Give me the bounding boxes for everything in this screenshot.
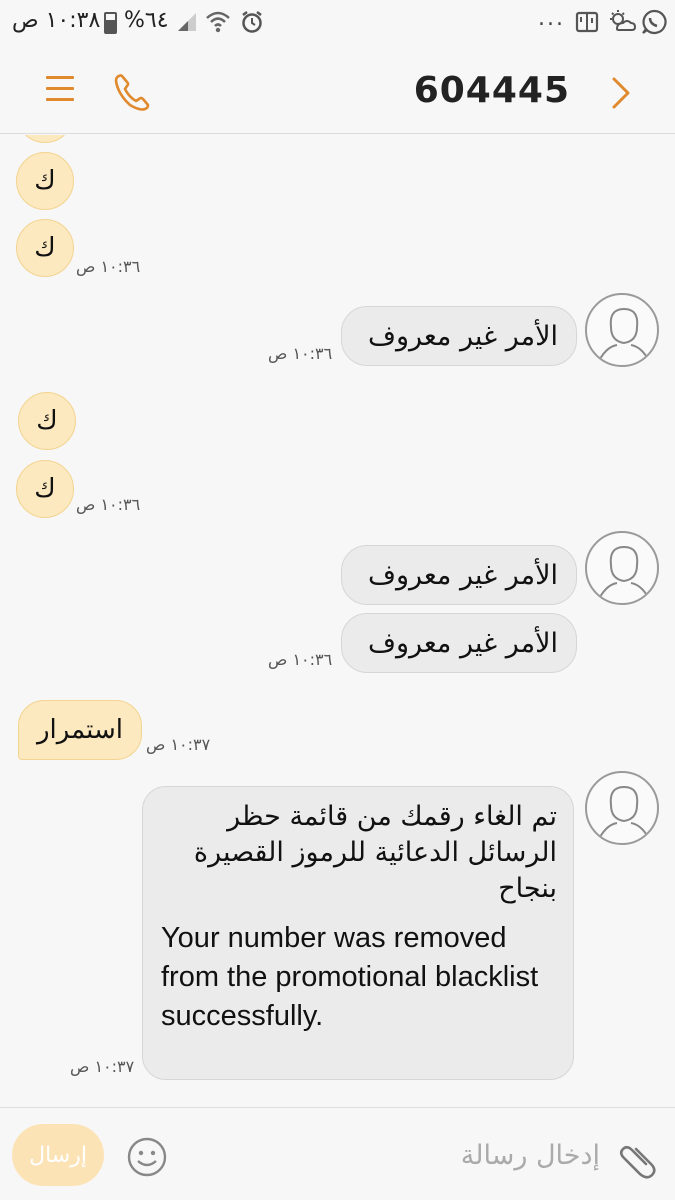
more-notifications-icon: ... [538, 6, 565, 31]
message-text: الأمر غير معروف [367, 320, 558, 352]
menu-icon[interactable] [46, 76, 74, 102]
sender-avatar [585, 293, 659, 367]
message-text-english: Your number was removed from the promoti… [161, 922, 539, 1032]
message-timestamp: ١٠:٣٦ ص [268, 344, 333, 363]
conversation-header: 604445 [0, 46, 675, 134]
composer-bar: إرسال [0, 1107, 675, 1200]
incoming-message[interactable] [16, 135, 74, 143]
incoming-message[interactable]: ك [18, 392, 76, 450]
sender-avatar [585, 531, 659, 605]
message-text-arabic: تم الغاء رقمك من قائمة حظر الرسائل الدعا… [193, 801, 557, 904]
battery-percent: %٦٤ [124, 8, 169, 33]
message-text: الأمر غير معروف [367, 627, 558, 659]
message-text: ك [34, 474, 56, 504]
incoming-message[interactable]: ك [16, 152, 74, 210]
paperclip-icon[interactable] [612, 1134, 660, 1182]
message-timestamp: ١٠:٣٧ ص [146, 735, 211, 754]
whatsapp-icon [642, 9, 667, 35]
outgoing-message[interactable]: الأمر غير معروف [341, 613, 577, 673]
avatar-icon [596, 307, 652, 365]
send-button[interactable]: إرسال [12, 1124, 104, 1186]
message-timestamp: ١٠:٣٧ ص [70, 1057, 135, 1076]
incoming-message[interactable]: استمرار [18, 700, 142, 760]
message-text: ك [34, 233, 56, 263]
phone-icon[interactable] [110, 70, 154, 114]
avatar-icon [596, 785, 652, 843]
back-chevron-icon[interactable] [608, 76, 636, 110]
signal-icon [178, 13, 196, 31]
status-bar: ١٠:٣٨ ص %٦٤ ... [0, 0, 675, 46]
message-timestamp: ١٠:٣٦ ص [268, 650, 333, 669]
message-input[interactable] [190, 1132, 600, 1178]
battery-icon [104, 12, 117, 34]
bible-app-icon [575, 11, 599, 33]
sender-avatar [585, 771, 659, 845]
emoji-icon[interactable] [126, 1136, 168, 1178]
message-timestamp: ١٠:٣٦ ص [76, 495, 141, 514]
weather-icon [610, 10, 637, 31]
message-text: استمرار [37, 715, 124, 745]
alarm-icon [242, 11, 262, 33]
message-text: ك [34, 166, 56, 196]
message-text: الأمر غير معروف [367, 559, 558, 591]
message-timestamp: ١٠:٣٦ ص [76, 257, 141, 276]
incoming-message[interactable]: ك [16, 460, 74, 518]
message-text: ك [36, 406, 58, 436]
status-time: ١٠:٣٨ ص [12, 8, 101, 33]
contact-title: 604445 [413, 70, 570, 111]
incoming-message[interactable]: ك [16, 219, 74, 277]
wifi-icon [206, 11, 230, 33]
message-list[interactable]: ك ك ١٠:٣٦ ص الأمر غير معروف ١٠:٣٦ ص ك ك … [0, 135, 675, 1105]
avatar-icon [596, 545, 652, 603]
outgoing-message[interactable]: الأمر غير معروف [341, 306, 577, 366]
outgoing-message[interactable]: تم الغاء رقمك من قائمة حظر الرسائل الدعا… [142, 786, 574, 1080]
outgoing-message[interactable]: الأمر غير معروف [341, 545, 577, 605]
